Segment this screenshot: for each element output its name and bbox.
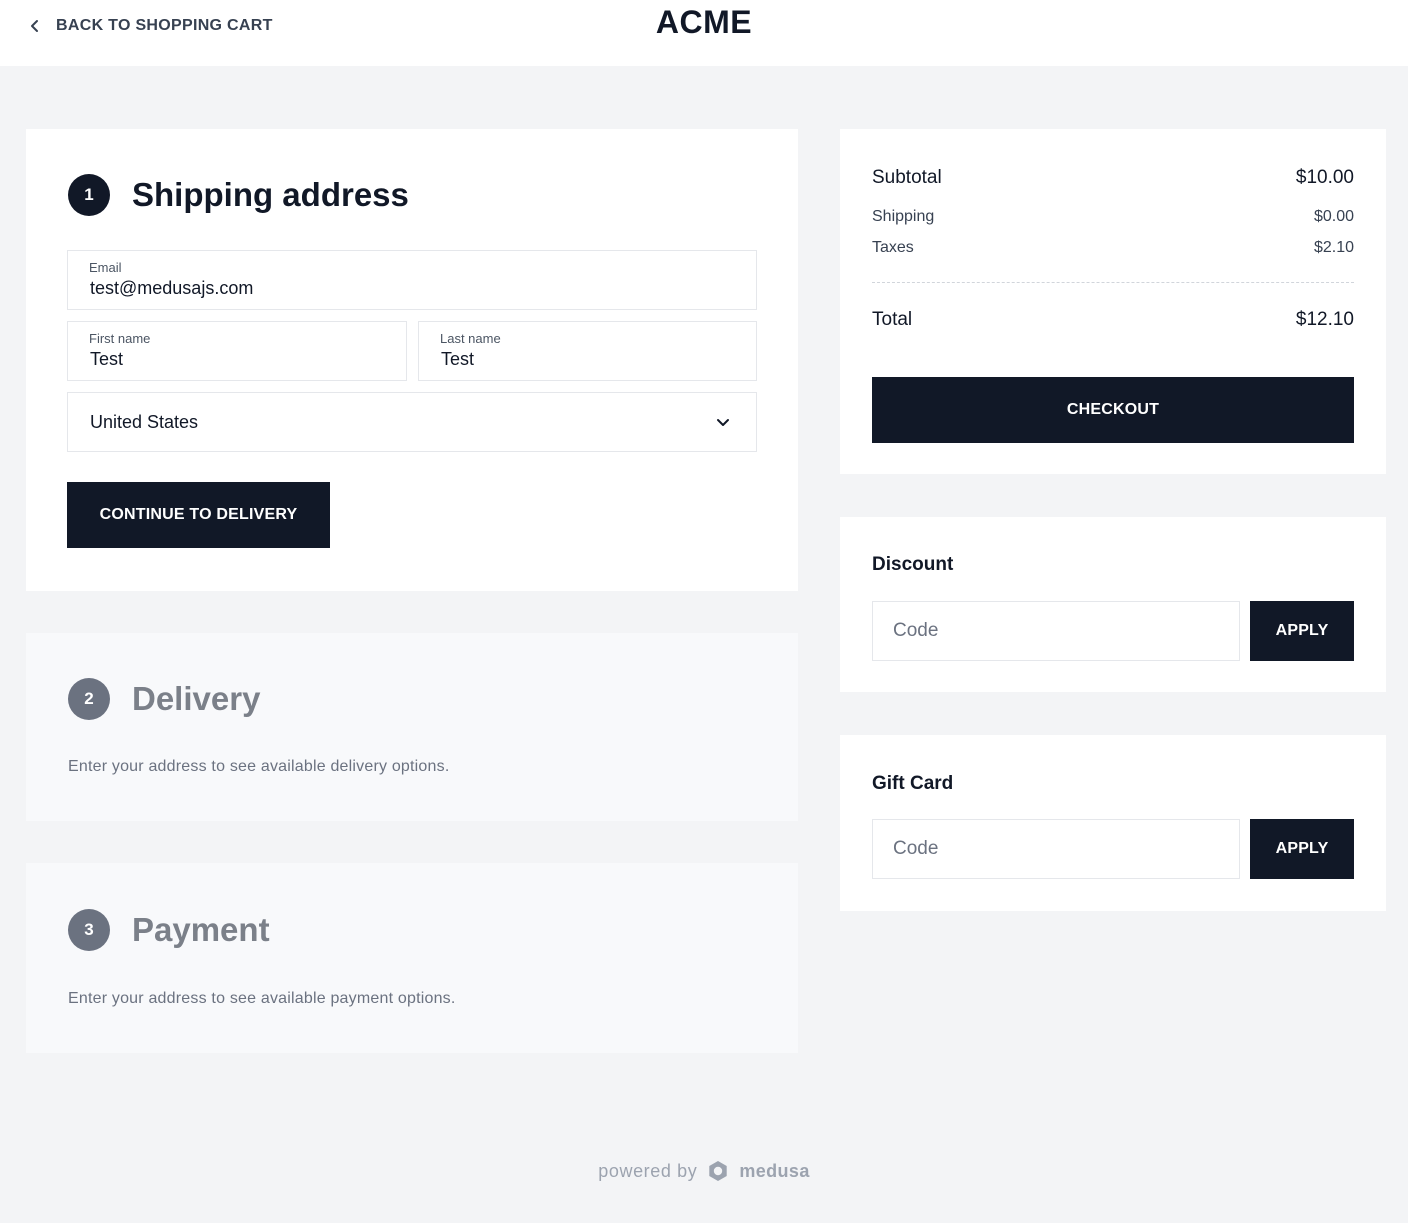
total-row: Total $12.10 [872,309,1354,331]
payment-hint: Enter your address to see available paym… [68,990,456,1007]
medusa-brand[interactable]: medusa [739,1161,809,1182]
payment-title: Payment [132,911,270,948]
email-label: Email [89,260,122,275]
total-label: Total [872,309,913,330]
chevron-down-icon [717,419,729,426]
discount-code-input[interactable] [872,601,1240,661]
discount-title: Discount [872,554,954,575]
top-header: BACK TO SHOPPING CART ACME [0,0,1408,66]
subtotal-value: $10.00 [1295,167,1354,188]
powered-by-label: powered by [598,1160,698,1181]
order-summary: Subtotal $10.00 Shipping $0.00 Taxes $2.… [840,129,1386,474]
step-number-badge: 3 [68,909,110,951]
continue-to-delivery-button[interactable]: CONTINUE TO DELIVERY [67,482,330,548]
shipping-title: Shipping address [132,176,409,213]
gift-card-code-input[interactable] [872,819,1240,879]
last-name-label: Last name [440,331,501,346]
shipping-step-header: 1 Shipping address [68,174,409,216]
subtotal-label: Subtotal [872,167,942,188]
checkout-button[interactable]: CHECKOUT [872,377,1354,443]
first-name-label: First name [89,331,151,346]
delivery-section: 2 Delivery Enter your address to see ava… [26,633,798,821]
payment-section: 3 Payment Enter your address to see avai… [26,863,798,1053]
email-input[interactable] [90,278,734,299]
medusa-logo-icon [709,1161,728,1181]
gift-card-title: Gift Card [872,773,954,794]
summary-divider [872,282,1354,283]
last-name-input[interactable] [441,349,734,370]
delivery-title: Delivery [132,680,261,717]
step-number-badge: 2 [68,678,110,720]
store-logo[interactable]: ACME [0,4,1408,41]
gift-card-section: Gift Card APPLY [840,735,1386,911]
first-name-input[interactable] [90,349,384,370]
shipping-address-section: 1 Shipping address Email First name Last… [26,129,798,591]
powered-by-footer: powered by medusa [0,1160,1408,1182]
shipping-label: Shipping [872,208,935,225]
payment-step-header: 3 Payment [68,909,270,951]
step-number-badge: 1 [68,174,110,216]
country-select[interactable]: United States [67,392,757,452]
delivery-step-header: 2 Delivery [68,678,260,720]
last-name-field[interactable]: Last name [418,321,757,381]
delivery-hint: Enter your address to see available deli… [68,758,450,775]
discount-section: Discount APPLY [840,517,1386,692]
taxes-row: Taxes $2.10 [872,239,1354,257]
first-name-field[interactable]: First name [67,321,407,381]
subtotal-row: Subtotal $10.00 [872,167,1354,189]
shipping-value: $0.00 [1313,208,1354,225]
shipping-row: Shipping $0.00 [872,208,1354,226]
taxes-label: Taxes [872,239,914,256]
country-value: United States [90,412,199,432]
taxes-value: $2.10 [1313,239,1354,256]
email-field[interactable]: Email [67,250,757,310]
apply-discount-button[interactable]: APPLY [1250,601,1354,661]
total-value: $12.10 [1295,309,1354,330]
apply-gift-card-button[interactable]: APPLY [1250,819,1354,879]
